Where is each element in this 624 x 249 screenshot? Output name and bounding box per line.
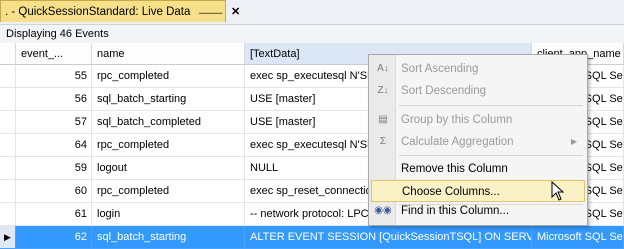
column-header-name[interactable]: name — [92, 43, 245, 65]
menu-item-sort-descending[interactable]: Z↓ Sort Descending — [371, 80, 585, 102]
menu-label: Sort Descending — [401, 85, 487, 97]
cell-client-app: Microsoft SQL Serv — [532, 226, 624, 249]
cell-event: 62 — [16, 226, 92, 249]
row-indicator — [0, 203, 16, 226]
group-by-icon: ▤ — [378, 114, 388, 125]
menu-label: Calculate Aggregation — [401, 136, 514, 148]
cell-name: rpc_completed — [92, 134, 245, 157]
cell-name: logout — [92, 157, 245, 180]
menu-item-sort-ascending[interactable]: A↓ Sort Ascending — [371, 58, 585, 80]
submenu-arrow-icon: ▶ — [570, 137, 577, 146]
row-header-corner — [0, 43, 16, 65]
cell-name: sql_batch_starting — [92, 226, 245, 249]
cell-event: 57 — [16, 111, 92, 134]
document-tab-bar: . - QuickSessionStandard: Live Data ⸻ ✕ — [0, 0, 624, 25]
menu-item-remove-column[interactable]: Remove this Column — [371, 158, 585, 180]
mouse-cursor-icon — [551, 181, 565, 201]
row-indicator — [0, 134, 16, 157]
cell-event: 55 — [16, 65, 92, 88]
sort-descending-icon: Z↓ — [377, 85, 389, 96]
row-indicator — [0, 111, 16, 134]
cell-event: 61 — [16, 203, 92, 226]
cell-name: rpc_completed — [92, 65, 245, 88]
cell-textdata: ALTER EVENT SESSION [QuickSessionTSQL] O… — [245, 226, 532, 249]
cell-name: login — [92, 203, 245, 226]
cell-name: sql_batch_completed — [92, 111, 245, 134]
menu-label: Remove this Column — [401, 163, 508, 175]
sigma-icon: Σ — [379, 136, 387, 147]
row-indicator — [0, 180, 16, 203]
row-indicator — [0, 157, 16, 180]
menu-label: Group by this Column — [401, 114, 513, 126]
menu-item-calculate-aggregation[interactable]: Σ Calculate Aggregation ▶ — [371, 131, 585, 153]
table-row-selected[interactable]: ▶ 62 sql_batch_starting ALTER EVENT SESS… — [0, 226, 624, 249]
cell-event: 56 — [16, 88, 92, 111]
sort-ascending-icon: A↓ — [377, 63, 389, 74]
cell-event: 60 — [16, 180, 92, 203]
menu-label: Find in this Column... — [401, 205, 510, 217]
menu-item-find-in-column[interactable]: ◉◉ Find in this Column... — [371, 200, 585, 222]
cell-name: rpc_completed — [92, 180, 245, 203]
cell-name: sql_batch_starting — [92, 88, 245, 111]
cell-event: 64 — [16, 134, 92, 157]
pin-icon[interactable]: ⸻ — [198, 4, 223, 19]
menu-separator — [399, 105, 583, 106]
menu-label: Sort Ascending — [401, 63, 479, 75]
column-header-event[interactable]: event_... — [16, 43, 92, 65]
binoculars-icon: ◉◉ — [374, 205, 392, 216]
cell-event: 59 — [16, 157, 92, 180]
row-indicator — [0, 88, 16, 111]
menu-separator — [399, 155, 583, 156]
close-icon[interactable]: ✕ — [231, 5, 240, 18]
tab-title: . - QuickSessionStandard: Live Data — [5, 5, 191, 18]
row-indicator-arrow-icon: ▶ — [0, 226, 16, 249]
menu-item-group-by-column[interactable]: ▤ Group by this Column — [371, 109, 585, 131]
row-indicator — [0, 65, 16, 88]
tab-live-data[interactable]: . - QuickSessionStandard: Live Data ⸻ ✕ — [0, 0, 240, 22]
status-text: Displaying 46 Events — [0, 25, 624, 43]
